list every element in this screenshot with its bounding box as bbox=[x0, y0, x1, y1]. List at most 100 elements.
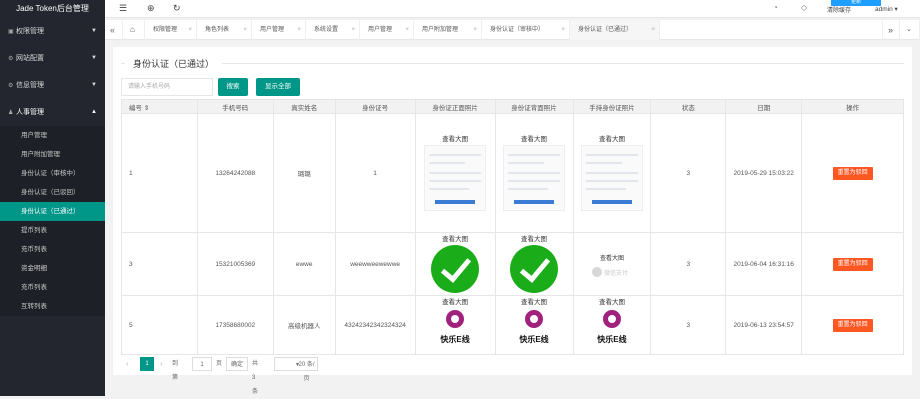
user-menu[interactable]: admin ▾ bbox=[875, 5, 898, 13]
col-header-status: 状态 bbox=[650, 99, 727, 114]
update-pill[interactable]: 更新 bbox=[831, 0, 881, 6]
tabs-scroll-left-icon[interactable]: « bbox=[105, 20, 123, 40]
col-header-id[interactable]: 编号 ⇕ bbox=[121, 99, 198, 114]
kuaile-eline-logo[interactable]: 快乐E线 bbox=[510, 308, 558, 352]
reset-to-rejected-button[interactable]: 重置为驳回 bbox=[832, 257, 873, 271]
sidebar-item-transfers[interactable]: 互转列表 bbox=[0, 297, 105, 316]
wechat-pay-image[interactable]: 查看大图 微信支付 bbox=[588, 241, 636, 285]
view-large-link[interactable]: 查看大图 bbox=[416, 296, 495, 306]
close-icon[interactable]: × bbox=[243, 20, 247, 40]
close-icon[interactable]: × bbox=[297, 20, 301, 40]
view-large-link[interactable]: 查看大图 bbox=[574, 133, 651, 143]
col-header-id-front: 身份证正面照片 bbox=[414, 99, 496, 114]
home-icon[interactable]: ⌂ bbox=[123, 20, 145, 40]
sidebar-item-kyc-rejected[interactable]: 身份认证（已驳回） bbox=[0, 183, 105, 202]
tab-bar: « ⌂ 权限管理 × 角色列表 × 用户管理 × 系统设置 × 用户管理 × 用户附加管理… bbox=[105, 20, 920, 40]
next-page-icon[interactable]: › bbox=[160, 357, 163, 371]
tag-icon[interactable]: ◇ bbox=[801, 3, 807, 12]
view-large-link[interactable]: 查看大图 bbox=[416, 133, 495, 143]
goto-confirm-button[interactable]: 确定 bbox=[226, 357, 248, 371]
id-back-image[interactable] bbox=[503, 145, 566, 211]
close-icon[interactable]: × bbox=[651, 20, 655, 40]
brand-logo-icon bbox=[525, 310, 544, 328]
search-input[interactable]: 请输入手机号码 bbox=[121, 78, 213, 96]
tab-user-extra[interactable]: 用户附加管理 × bbox=[414, 20, 482, 40]
refresh-icon[interactable]: ↻ bbox=[173, 3, 181, 14]
menu-group-hr[interactable]: ♟ 人事管理 ▲ bbox=[0, 99, 105, 126]
cell-id-front: 查看大图 bbox=[414, 113, 496, 233]
id-front-image[interactable] bbox=[424, 145, 487, 211]
close-icon[interactable]: × bbox=[473, 20, 477, 40]
menu-group-permissions[interactable]: ▣ 权限管理 ▼ bbox=[0, 18, 105, 45]
tab-kyc-pending[interactable]: 身份认证（审核中） × bbox=[482, 20, 570, 40]
gear-icon: ⚙ bbox=[8, 83, 14, 89]
table-header-row: 编号 ⇕ 手机号码 真实姓名 身份证号 身份证正面照片 身份证背面照片 手持身份… bbox=[121, 99, 904, 114]
total-count: 共 3 条 bbox=[252, 361, 259, 395]
sidebar-item-withdrawals[interactable]: 提币列表 bbox=[0, 221, 105, 240]
tab-settings[interactable]: 系统设置 × bbox=[306, 20, 360, 40]
close-icon[interactable]: × bbox=[351, 20, 355, 40]
cell-date: 2019-05-29 15:03:22 bbox=[725, 113, 803, 233]
legend-divider bbox=[121, 63, 904, 64]
sidebar-item-funds[interactable]: 资金明细 bbox=[0, 259, 105, 278]
sort-icon[interactable]: ⇕ bbox=[144, 105, 149, 112]
cell-id: 1 bbox=[121, 113, 198, 233]
view-large-link[interactable]: 查看大图 bbox=[416, 233, 495, 243]
sidebar-item-deposits-2[interactable]: 充币列表 bbox=[0, 278, 105, 297]
chevron-down-icon[interactable]: ⌄ bbox=[900, 20, 920, 40]
search-button[interactable]: 搜索 bbox=[218, 78, 248, 96]
view-large-link[interactable]: 查看大图 bbox=[588, 253, 636, 262]
kuaile-eline-logo[interactable]: 快乐E线 bbox=[431, 308, 479, 352]
wechat-pay-label: 微信支付 bbox=[603, 271, 628, 277]
tab-users-2[interactable]: 用户管理 × bbox=[360, 20, 414, 40]
globe-icon[interactable]: ⊕ bbox=[147, 3, 155, 14]
checkmark-icon[interactable] bbox=[431, 245, 480, 293]
sidebar-item-kyc-pending[interactable]: 身份认证（审核中） bbox=[0, 164, 105, 183]
chevron-up-icon: ▲ bbox=[91, 109, 97, 115]
cell-status: 3 bbox=[650, 113, 727, 233]
tab-permissions[interactable]: 权限管理 × bbox=[145, 20, 197, 40]
reset-to-rejected-button[interactable]: 重置为驳回 bbox=[832, 318, 873, 332]
tab-kyc-approved[interactable]: 身份认证（已通过） × bbox=[570, 20, 660, 40]
sidebar-item-deposits[interactable]: 充币列表 bbox=[0, 240, 105, 259]
menu-group-info[interactable]: ⚙ 信息管理 ▼ bbox=[0, 72, 105, 99]
col-header-name: 真实姓名 bbox=[272, 99, 336, 114]
cell-name: 璐璐 bbox=[272, 113, 336, 233]
theme-icon[interactable]: ◔ bbox=[773, 3, 778, 12]
sidebar-item-user-extra[interactable]: 用户附加管理 bbox=[0, 145, 105, 164]
id-hand-image[interactable] bbox=[580, 145, 643, 211]
tabs-scroll-right-icon[interactable]: » bbox=[882, 20, 900, 40]
goto-label: 到第 bbox=[172, 361, 179, 381]
page-number-current[interactable]: 1 bbox=[140, 357, 154, 371]
page-size-select[interactable]: 20 条/页 ▾ bbox=[274, 357, 318, 382]
goto-page-input[interactable]: 1 bbox=[192, 357, 212, 371]
clear-cache-link[interactable]: 清除缓存 bbox=[827, 5, 851, 14]
reset-to-rejected-button[interactable]: 重置为驳回 bbox=[832, 166, 873, 180]
cell-id: 5 bbox=[121, 295, 198, 355]
col-header-date: 日期 bbox=[725, 99, 803, 114]
view-large-link[interactable]: 查看大图 bbox=[496, 296, 573, 306]
cell-status: 3 bbox=[650, 295, 727, 355]
sidebar-item-kyc-approved[interactable]: 身份认证（已通过） bbox=[0, 202, 105, 221]
cell-date: 2019-06-04 16:31:16 bbox=[725, 232, 803, 296]
view-large-link[interactable]: 查看大图 bbox=[496, 133, 573, 143]
close-icon[interactable]: × bbox=[188, 20, 192, 40]
sidebar: Jade Token后台管理 ▣ 权限管理 ▼ ⚙ 网站配置 ▼ ⚙ 信息管理 ▼ ♟ 人事管… bbox=[0, 0, 105, 396]
view-large-link[interactable]: 查看大图 bbox=[496, 233, 573, 243]
tab-users[interactable]: 用户管理 × bbox=[252, 20, 306, 40]
menu-group-site-config[interactable]: ⚙ 网站配置 ▼ bbox=[0, 45, 105, 72]
chevron-down-icon: ▼ bbox=[91, 28, 97, 34]
prev-page-icon[interactable]: ‹ bbox=[126, 357, 129, 371]
cell-id: 3 bbox=[121, 232, 198, 296]
close-icon[interactable]: × bbox=[405, 20, 409, 40]
menu-icon[interactable]: ☰ bbox=[119, 3, 127, 14]
cell-action: 重置为驳回 bbox=[801, 295, 904, 355]
tab-roles[interactable]: 角色列表 × bbox=[197, 20, 252, 40]
show-all-button[interactable]: 显示全部 bbox=[256, 78, 300, 96]
view-large-link[interactable]: 查看大图 bbox=[574, 296, 651, 306]
sidebar-item-users[interactable]: 用户管理 bbox=[0, 126, 105, 145]
kuaile-eline-logo[interactable]: 快乐E线 bbox=[588, 308, 636, 352]
cell-action: 重置为驳回 bbox=[801, 113, 904, 233]
checkmark-icon[interactable] bbox=[510, 245, 559, 293]
close-icon[interactable]: × bbox=[561, 20, 565, 40]
